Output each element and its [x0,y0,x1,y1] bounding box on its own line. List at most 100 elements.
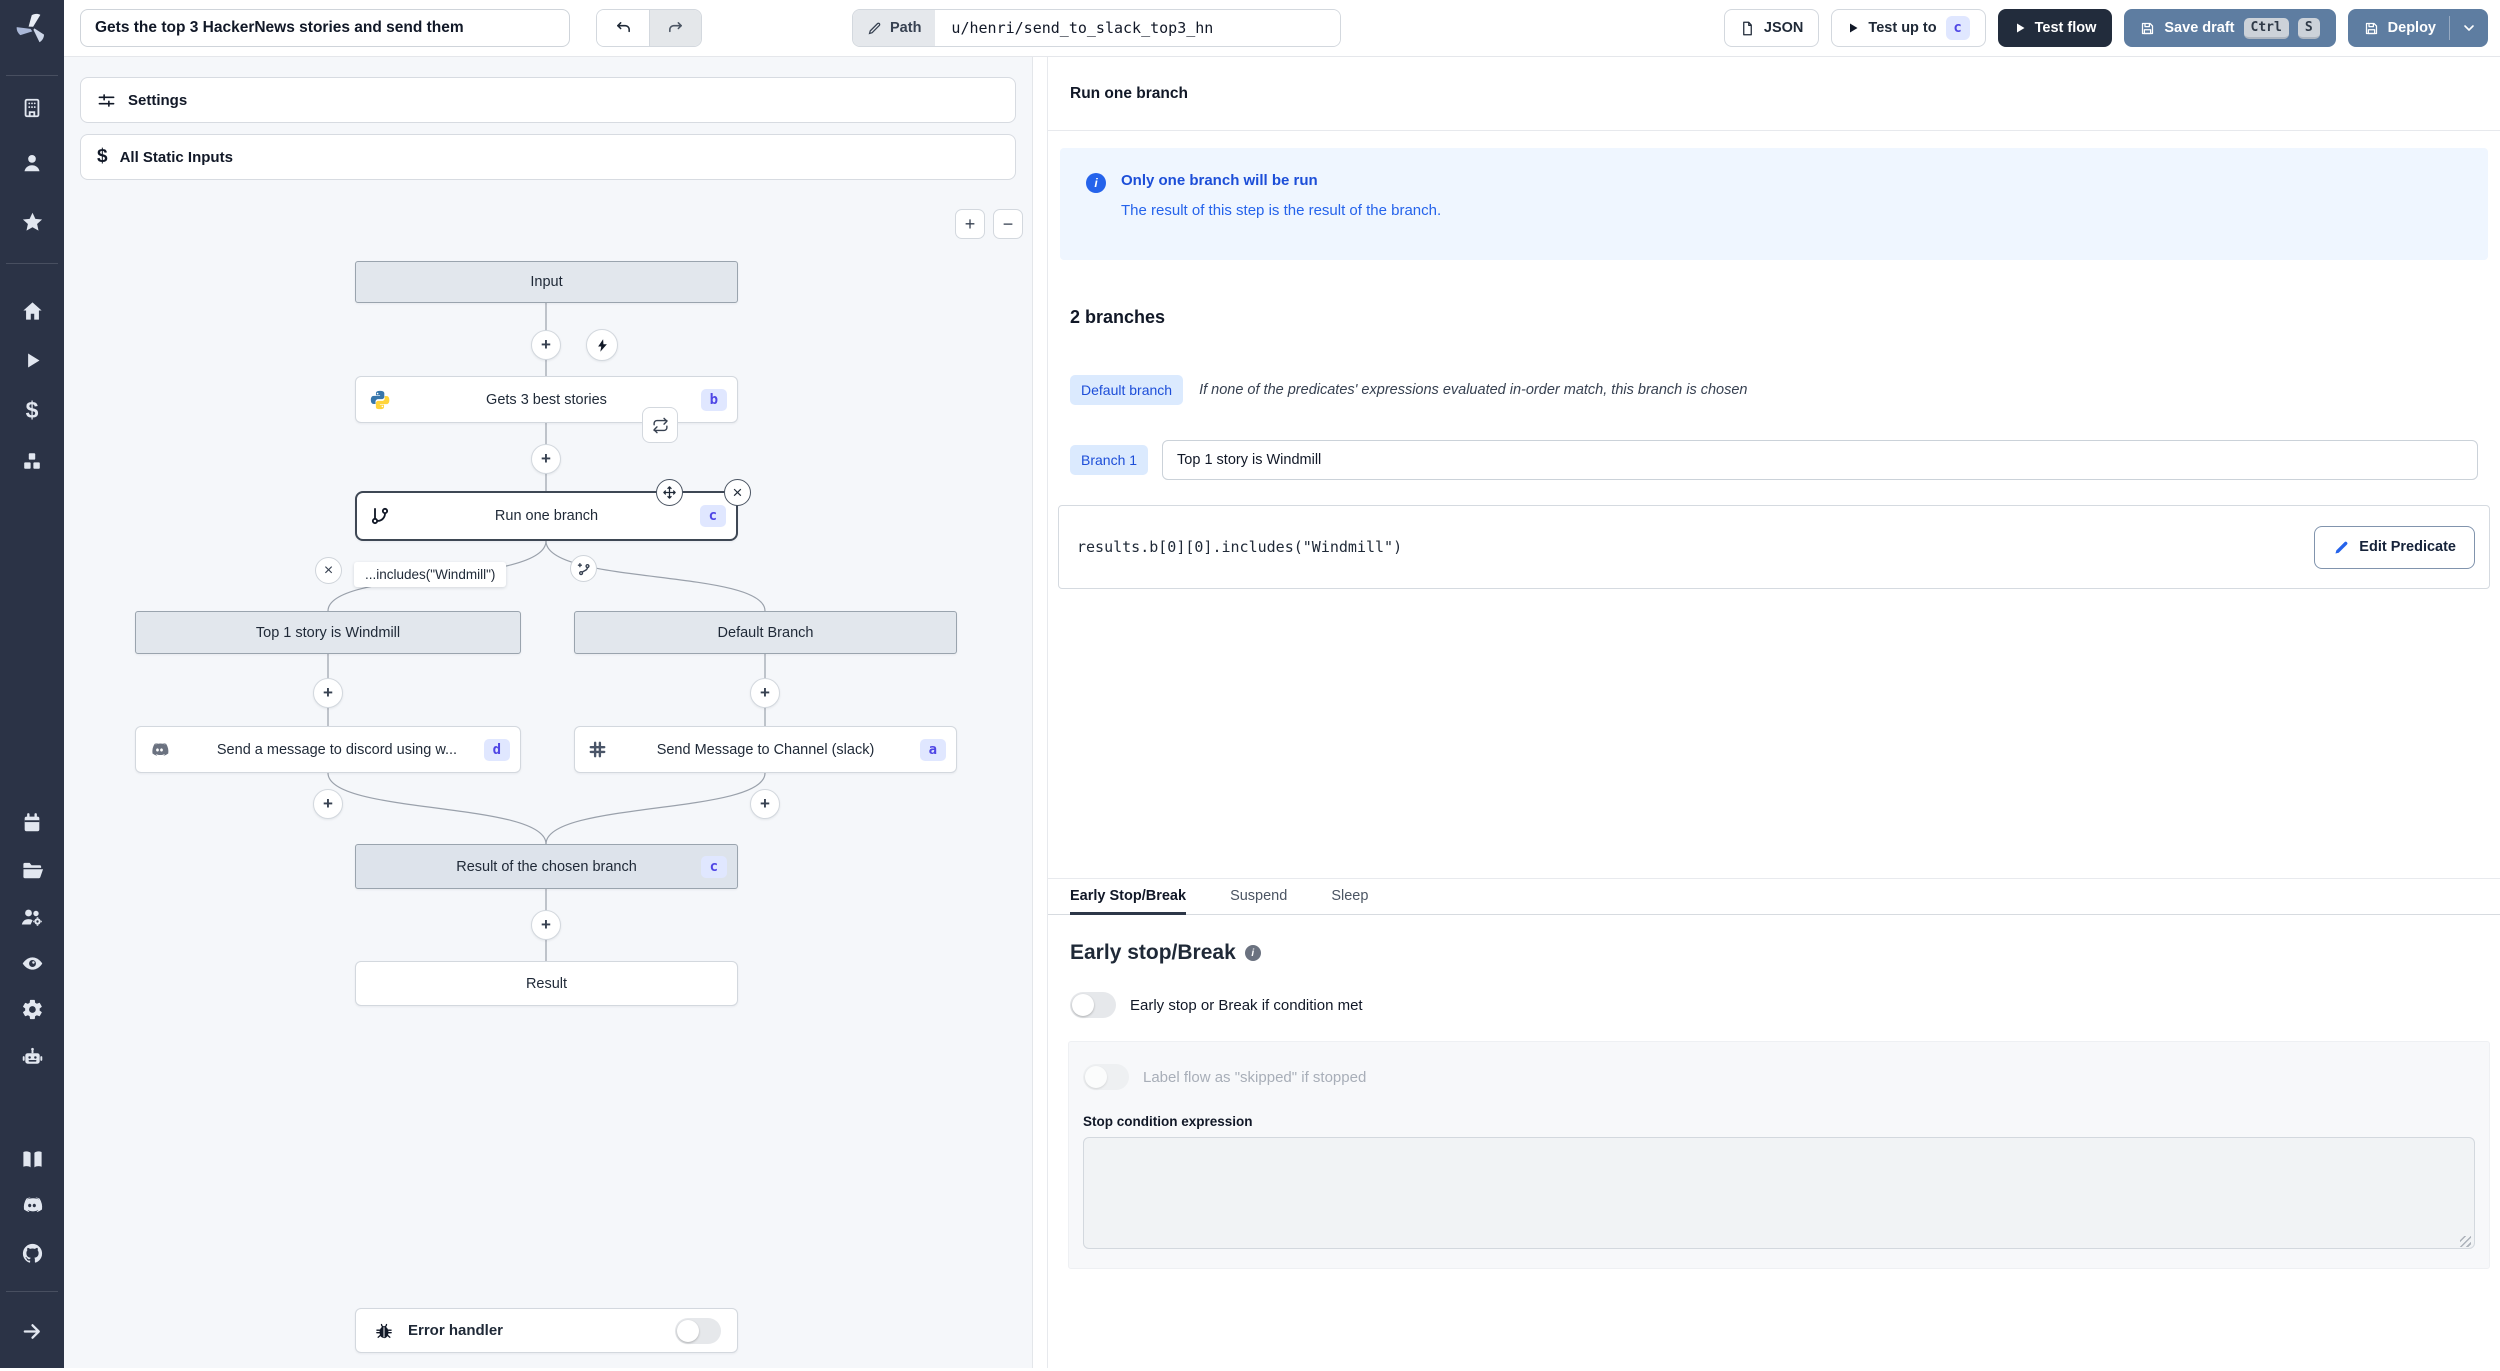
folders-icon[interactable] [16,854,48,886]
info-icon: i [1244,945,1261,961]
tab-suspend[interactable]: Suspend [1230,879,1287,915]
schedules-calendar-icon[interactable] [16,807,48,839]
flow-title-input[interactable] [80,9,570,47]
step-id-badge: d [483,738,510,761]
flow-node-input[interactable]: Input [355,261,738,303]
discord-icon [149,739,170,760]
github-icon[interactable] [16,1237,48,1269]
flow-branch-head-default[interactable]: Default Branch [574,611,957,654]
docs-book-icon[interactable] [16,1143,48,1175]
info-banner: i Only one branch will be run The result… [1060,148,2488,260]
home-icon[interactable] [16,295,48,327]
trigger-bolt-button[interactable] [586,329,618,361]
settings-bar[interactable]: Settings [80,77,1016,123]
remove-branch-button[interactable]: × [315,557,342,584]
flow-branch-head-top1[interactable]: Top 1 story is Windmill [135,611,521,654]
app: $ Gets the top 3 HackerNews stories and … [0,0,2500,1368]
add-step-button[interactable]: + [313,678,343,708]
deploy-divider [2449,16,2450,40]
play-icon [2016,23,2025,33]
early-stop-toggle[interactable] [1070,992,1116,1018]
test-up-to-button[interactable]: Test up to c [1831,9,1986,47]
early-stop-toggle-label: Early stop or Break if condition met [1130,996,1363,1014]
test-flow-button[interactable]: Test flow [1997,9,2113,47]
stop-condition-textarea[interactable] [1083,1137,2475,1249]
add-step-button[interactable]: + [531,910,561,940]
predicate-edge-label[interactable]: ...includes("Windmill") [354,562,507,587]
close-icon: × [732,483,743,502]
step-id-badge: c [700,855,727,878]
save-icon [2365,22,2377,34]
flow-node-gets-3-best-stories[interactable]: Gets 3 best stories b [355,376,738,423]
info-icon: i [1086,173,1106,193]
tab-sleep[interactable]: Sleep [1331,879,1368,915]
sidebar-divider [6,75,58,76]
default-branch-description: If none of the predicates' expressions e… [1199,382,1748,398]
star-favorites-icon[interactable] [16,206,48,238]
add-step-button[interactable]: + [750,678,780,708]
sidebar-divider [6,263,58,264]
pencil-icon [868,22,881,34]
flow-node-result[interactable]: Result [355,961,738,1006]
variables-dollar-icon[interactable]: $ [16,394,48,426]
advanced-tabs: Early Stop/Break Suspend Sleep [1048,878,2500,915]
label-skipped-toggle[interactable] [1083,1064,1129,1090]
groups-users-icon[interactable] [16,901,48,933]
step-id-badge: c [699,505,726,527]
predicate-row: results.b[0][0].includes("Windmill") Edi… [1058,505,2490,589]
branch-1-summary-input[interactable] [1162,440,2478,480]
workspace-building-icon[interactable] [16,92,48,124]
sliders-icon [98,93,115,107]
settings-gear-icon[interactable] [16,993,48,1025]
zoom-out-button[interactable]: − [993,209,1023,239]
add-step-button[interactable]: + [313,789,343,819]
save-icon [2142,22,2154,34]
add-step-button[interactable]: + [531,444,561,474]
file-icon [1743,21,1752,35]
topbar: Path u/henri/send_to_slack_top3_hn JSON … [64,0,2500,57]
zoom-in-button[interactable]: + [955,209,985,239]
test-up-to-step-badge: c [1945,16,1970,40]
undo-redo-group [596,9,702,47]
chevron-down-icon[interactable] [2461,20,2477,36]
kbd-ctrl: Ctrl [2243,17,2289,39]
flow-node-slack-message[interactable]: Send Message to Channel (slack) a [574,726,957,773]
move-node-button[interactable] [656,479,683,506]
left-nav-sidebar: $ [0,0,64,1368]
flow-node-error-handler[interactable]: Error handler [355,1308,738,1353]
add-step-button[interactable]: + [750,789,780,819]
json-button[interactable]: JSON [1723,9,1820,47]
flow-canvas[interactable]: + − Input + Gets 3 best stories b + Run … [64,191,1032,1371]
add-step-button[interactable]: + [531,330,561,360]
path-value: u/henri/send_to_slack_top3_hn [935,10,1341,46]
step-advanced-section: Early Stop/Break Suspend Sleep Early sto… [1048,878,2500,1269]
branch-1-pill: Branch 1 [1070,445,1149,475]
discord-icon[interactable] [16,1189,48,1221]
error-handler-toggle[interactable] [675,1317,721,1344]
flow-node-branch-result[interactable]: Result of the chosen branch c [355,844,738,889]
deploy-button[interactable]: Deploy [2347,9,2488,47]
delete-node-button[interactable]: × [724,479,751,506]
windmill-logo-icon[interactable] [15,11,49,50]
runs-play-icon[interactable] [16,344,48,376]
predicate-expression: results.b[0][0].includes("Windmill") [1077,538,1403,556]
path-field[interactable]: Path u/henri/send_to_slack_top3_hn [852,9,1342,47]
ai-robot-icon[interactable] [16,1041,48,1073]
user-icon[interactable] [16,147,48,179]
add-branch-button[interactable] [570,555,597,582]
flow-node-discord-message[interactable]: Send a message to discord using w... d [135,726,521,773]
undo-button[interactable] [597,10,649,46]
early-stop-heading: Early stop/Break i [1070,941,2500,965]
save-draft-button[interactable]: Save draft Ctrl S [2124,9,2336,47]
expand-arrow-right-icon[interactable] [16,1315,48,1347]
all-static-inputs-bar[interactable]: $ All Static Inputs [80,134,1016,180]
retry-loop-icon[interactable] [642,407,678,443]
tab-early-stop-break[interactable]: Early Stop/Break [1070,879,1187,915]
flow-editor-panel: Settings $ All Static Inputs + − Input +… [64,57,1032,1368]
resources-cubes-icon[interactable] [16,445,48,477]
pencil-icon [2335,541,2348,554]
redo-button[interactable] [649,10,701,46]
early-stop-toggle-row: Early stop or Break if condition met [1070,992,2500,1018]
edit-predicate-button[interactable]: Edit Predicate [2314,525,2475,569]
audit-eye-icon[interactable] [16,947,48,979]
